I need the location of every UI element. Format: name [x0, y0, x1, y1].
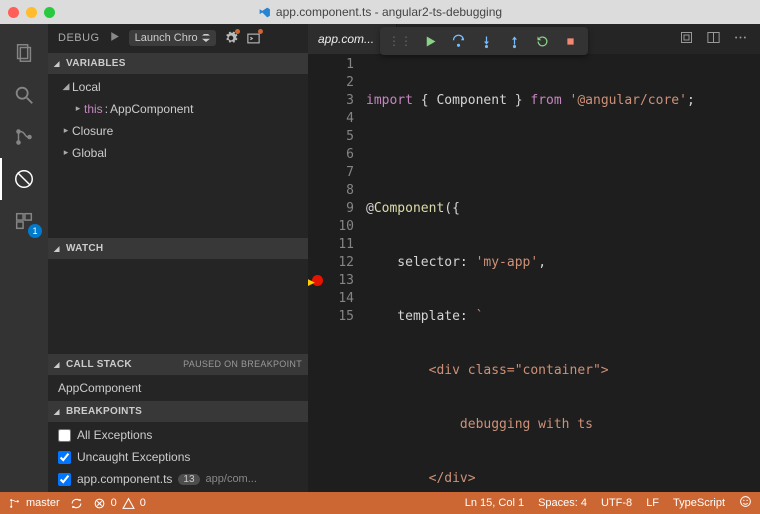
scope-global[interactable]: ▸ Global — [48, 142, 308, 164]
watch-section-header[interactable]: WATCH — [48, 238, 308, 259]
breakpoint-file[interactable]: app.component.ts 13 app/com... — [48, 468, 308, 490]
step-out-button[interactable] — [502, 29, 526, 53]
gutter: 1234 5678 9101112 ▶13 1415 — [308, 56, 366, 492]
sync-status[interactable] — [70, 497, 83, 510]
scope-closure[interactable]: ▸ Closure — [48, 120, 308, 142]
scope-local[interactable]: ◢ Local — [48, 76, 308, 98]
close-window-button[interactable] — [8, 7, 19, 18]
start-debug-button[interactable] — [108, 30, 121, 46]
titlebar: app.component.ts - angular2-ts-debugging — [0, 0, 760, 24]
callstack-label: CALL STACK — [66, 359, 132, 370]
compare-changes-button[interactable] — [679, 30, 694, 48]
continue-button[interactable] — [418, 29, 442, 53]
eol-status[interactable]: LF — [646, 497, 659, 509]
variables-label: VARIABLES — [66, 58, 126, 69]
console-dirty-indicator — [258, 29, 263, 34]
debug-panel: DEBUG Launch Chro VARIABLES — [48, 24, 308, 492]
activity-badge: 1 — [28, 224, 42, 238]
problems-status[interactable]: 0 0 — [93, 497, 146, 510]
split-editor-button[interactable] — [706, 30, 721, 48]
callstack-frame[interactable]: AppComponent — [48, 377, 308, 399]
more-actions-button[interactable] — [733, 30, 748, 48]
breakpoint-all-exceptions[interactable]: All Exceptions — [48, 424, 308, 446]
breakpoint-checkbox[interactable] — [58, 429, 71, 442]
callstack-status: PAUSED ON BREAKPOINT — [183, 359, 302, 369]
warning-icon — [122, 497, 135, 510]
activity-bar: 1 — [0, 24, 48, 492]
window-title: app.component.ts - angular2-ts-debugging — [276, 5, 502, 19]
debug-title: DEBUG — [58, 32, 100, 44]
sync-icon — [70, 497, 83, 510]
smiley-icon — [739, 495, 752, 508]
debug-settings-button[interactable] — [224, 31, 238, 45]
status-bar: master 0 0 Ln 15, Col 1 Spaces: 4 UTF-8 … — [0, 492, 760, 514]
cursor-position-status[interactable]: Ln 15, Col 1 — [465, 497, 524, 509]
variables-section-header[interactable]: VARIABLES — [48, 53, 308, 74]
source-control-activity[interactable] — [0, 116, 48, 158]
step-into-button[interactable] — [474, 29, 498, 53]
launch-config-select[interactable]: Launch Chro — [129, 30, 216, 46]
code-editor[interactable]: 1234 5678 9101112 ▶13 1415 import { Comp… — [308, 54, 760, 492]
select-chevron-icon — [202, 34, 210, 42]
debug-toolbar[interactable]: ⋮⋮ — [380, 27, 588, 55]
debug-activity[interactable] — [0, 158, 48, 200]
vscode-logo-icon — [258, 6, 271, 19]
breakpoint-checkbox[interactable] — [58, 451, 71, 464]
step-over-button[interactable] — [446, 29, 470, 53]
window-controls — [8, 7, 55, 18]
restart-button[interactable] — [530, 29, 554, 53]
breakpoints-label: BREAKPOINTS — [66, 406, 142, 417]
language-status[interactable]: TypeScript — [673, 497, 725, 509]
explorer-activity[interactable] — [0, 32, 48, 74]
error-icon — [93, 497, 106, 510]
breakpoint-line-badge: 13 — [178, 474, 199, 485]
tab-label: app.com... — [318, 32, 374, 46]
debug-console-button[interactable] — [246, 31, 261, 46]
branch-icon — [8, 497, 21, 510]
launch-config-label: Launch Chro — [135, 32, 198, 44]
drag-handle[interactable]: ⋮⋮ — [386, 34, 414, 48]
debug-panel-header: DEBUG Launch Chro — [48, 24, 308, 53]
settings-dirty-indicator — [235, 29, 240, 34]
breakpoints-section-header[interactable]: BREAKPOINTS — [48, 401, 308, 422]
chevron-down-icon: ◢ — [60, 81, 72, 92]
breakpoint-checkbox[interactable] — [58, 473, 71, 486]
breakpoint-uncaught-exceptions[interactable]: Uncaught Exceptions — [48, 446, 308, 468]
extensions-activity[interactable]: 1 — [0, 200, 48, 242]
breakpoint-path: app/com... — [206, 473, 308, 485]
variable-this[interactable]: ▸ this : AppComponent — [48, 98, 308, 120]
encoding-status[interactable]: UTF-8 — [601, 497, 632, 509]
editor: app.com... 1234 5678 9101112 ▶13 1415 im… — [308, 24, 760, 492]
chevron-right-icon: ▸ — [72, 103, 84, 114]
chevron-right-icon: ▸ — [60, 147, 72, 158]
watch-label: WATCH — [66, 243, 103, 254]
maximize-window-button[interactable] — [44, 7, 55, 18]
feedback-button[interactable] — [739, 495, 752, 511]
minimize-window-button[interactable] — [26, 7, 37, 18]
stop-button[interactable] — [558, 29, 582, 53]
indentation-status[interactable]: Spaces: 4 — [538, 497, 587, 509]
callstack-section-header[interactable]: CALL STACK PAUSED ON BREAKPOINT — [48, 354, 308, 375]
chevron-right-icon: ▸ — [60, 125, 72, 136]
search-activity[interactable] — [0, 74, 48, 116]
git-branch-status[interactable]: master — [8, 497, 60, 510]
